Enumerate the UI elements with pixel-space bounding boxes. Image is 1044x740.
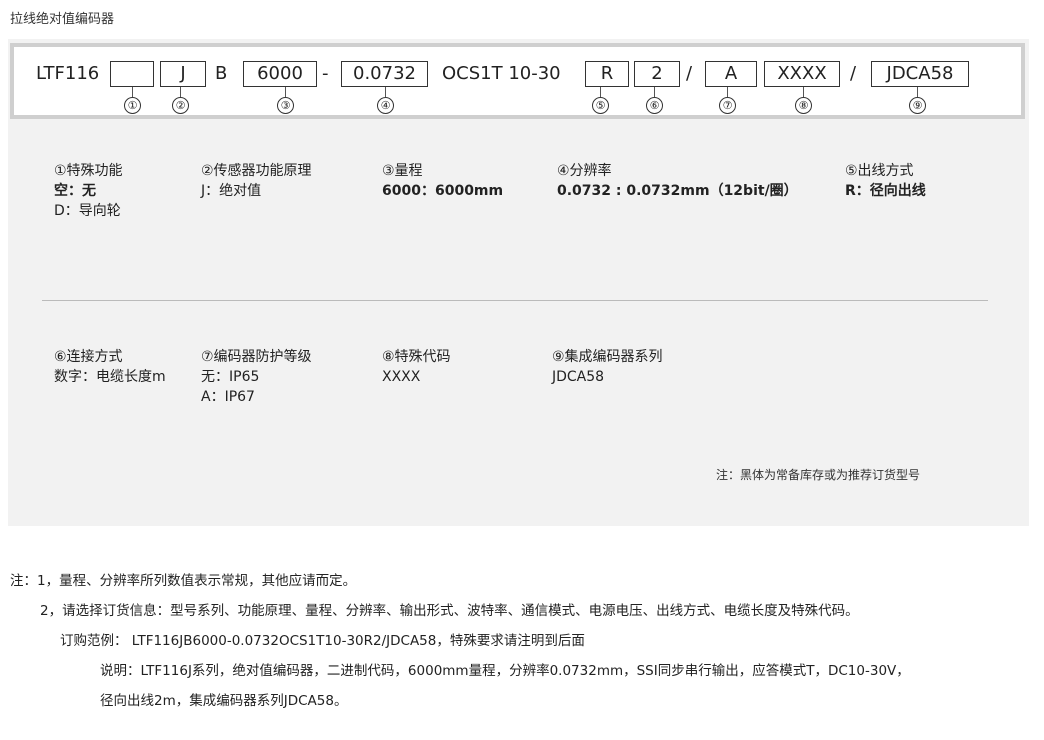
code-slash: / <box>686 63 693 84</box>
footnotes: 注：1，量程、分辨率所列数值表示常规，其他应请而定。 2，请选择订货信息：型号系… <box>10 566 910 716</box>
tick <box>917 87 918 97</box>
spec-option: A：IP67 <box>201 389 255 405</box>
note-1: 注：1，量程、分辨率所列数值表示常规，其他应请而定。 <box>10 573 357 589</box>
tick <box>600 87 601 97</box>
code-slash: / <box>850 63 857 84</box>
code-field-outlet: R <box>585 61 629 87</box>
section-divider <box>42 300 988 301</box>
callout-number: ⑨ <box>909 97 926 114</box>
spec-option: J：绝对值 <box>201 183 262 199</box>
tick <box>803 87 804 97</box>
tick <box>132 87 133 97</box>
callout-number: ⑥ <box>646 97 663 114</box>
spec-heading: ①特殊功能 <box>54 163 123 179</box>
spec-option: 0.0732 : 0.0732mm（12bit/圈） <box>557 183 798 199</box>
spec-special-function: ①特殊功能 空：无 D：导向轮 <box>54 161 123 221</box>
code-field-special-code: XXXX <box>764 61 840 87</box>
example-explanation-cont: 径向出线2m，集成编码器系列JDCA58。 <box>100 693 348 709</box>
spec-heading: ⑧特殊代码 <box>382 349 451 365</box>
spec-outlet: ⑤出线方式 R：径向出线 <box>845 161 926 201</box>
spec-encoder-series: ⑨集成编码器系列 JDCA58 <box>552 347 663 387</box>
code-field-series: JDCA58 <box>871 61 969 87</box>
tick <box>285 87 286 97</box>
tick <box>180 87 181 97</box>
spec-option: 空：无 <box>54 183 96 199</box>
spec-heading: ③量程 <box>382 163 423 179</box>
callout-number: ③ <box>277 97 294 114</box>
spec-heading: ②传感器功能原理 <box>201 163 312 179</box>
spec-option: R：径向出线 <box>845 183 926 199</box>
spec-heading: ④分辨率 <box>557 163 612 179</box>
example-explanation: 说明：LTF116J系列，绝对值编码器，二进制代码，6000mm量程，分辨率0.… <box>100 663 910 679</box>
spec-heading: ⑦编码器防护等级 <box>201 349 312 365</box>
spec-sensor-principle: ②传感器功能原理 J：绝对值 <box>201 161 312 201</box>
code-output: OCS1T 10-30 <box>442 63 561 84</box>
page-title: 拉线绝对值编码器 <box>10 12 115 27</box>
tick <box>385 87 386 97</box>
spec-option: JDCA58 <box>552 369 605 385</box>
spec-protection: ⑦编码器防护等级 无：IP65 A：IP67 <box>201 347 312 407</box>
spec-resolution: ④分辨率 0.0732 : 0.0732mm（12bit/圈） <box>557 161 798 201</box>
order-example: 订购范例： LTF116JB6000-0.0732OCS1T10-30R2/JD… <box>60 633 585 649</box>
spec-heading: ⑤出线方式 <box>845 163 914 179</box>
spec-connection: ⑥连接方式 数字：电缆长度m <box>54 347 166 387</box>
callout-number: ① <box>124 97 141 114</box>
code-field-special <box>110 61 154 87</box>
callout-number: ④ <box>377 97 394 114</box>
callout-number: ⑧ <box>795 97 812 114</box>
callout-number: ② <box>172 97 189 114</box>
spec-heading: ⑨集成编码器系列 <box>552 349 663 365</box>
spec-heading: ⑥连接方式 <box>54 349 123 365</box>
code-b: B <box>215 63 228 84</box>
spec-option: 6000：6000mm <box>382 183 504 199</box>
callout-number: ⑦ <box>719 97 736 114</box>
spec-option: 数字：电缆长度m <box>54 369 166 385</box>
code-field-principle: J <box>160 61 206 87</box>
code-dash: - <box>322 63 329 84</box>
code-prefix: LTF116 <box>36 63 100 84</box>
callout-number: ⑤ <box>592 97 609 114</box>
code-field-connection: 2 <box>634 61 680 87</box>
model-code-box: LTF116 J B 6000 - 0.0732 OCS1T 10-30 R 2… <box>10 43 1025 119</box>
spec-option: 无：IP65 <box>201 369 260 385</box>
note-2: 2，请选择订货信息：型号系列、功能原理、量程、分辨率、输出形式、波特率、通信模式… <box>40 603 859 619</box>
code-field-range: 6000 <box>243 61 317 87</box>
spec-range: ③量程 6000：6000mm <box>382 161 503 201</box>
tick <box>654 87 655 97</box>
stock-note: 注：黑体为常备库存或为推荐订货型号 <box>716 468 921 482</box>
tick <box>727 87 728 97</box>
spec-special-code: ⑧特殊代码 XXXX <box>382 347 451 387</box>
spec-option: D：导向轮 <box>54 203 121 219</box>
spec-option: XXXX <box>382 369 421 385</box>
code-field-resolution: 0.0732 <box>341 61 428 87</box>
code-field-protection: A <box>705 61 757 87</box>
